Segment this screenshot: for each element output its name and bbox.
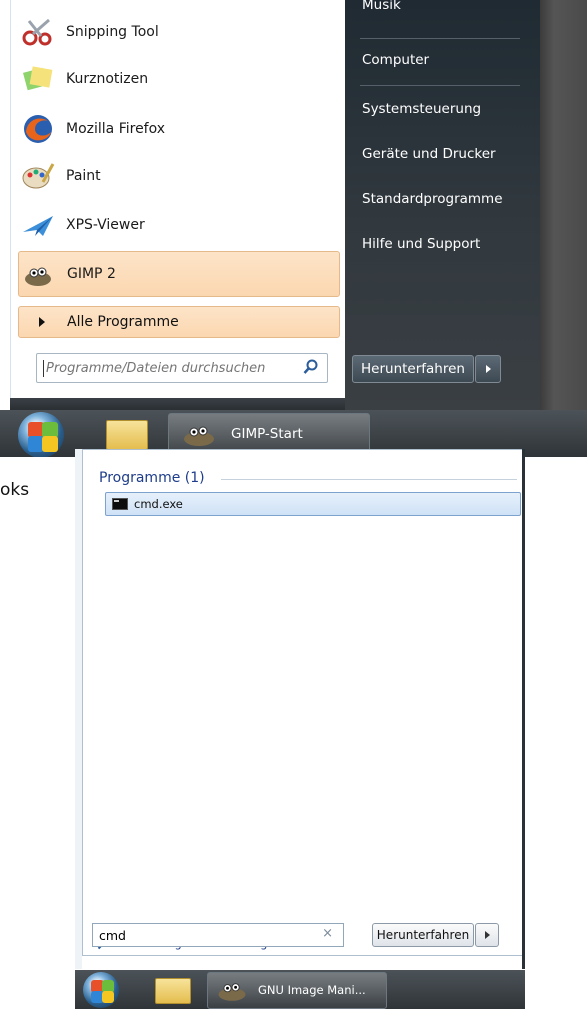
link-standardprogramme[interactable]: Standardprogramme [362,191,503,207]
program-label: XPS-Viewer [66,217,145,233]
divider [360,38,520,39]
explorer-folder-icon[interactable] [106,420,148,450]
start-search-box[interactable] [36,353,328,383]
result-label: cmd.exe [134,497,183,511]
snipping-tool-icon [18,14,58,50]
arrow-right-icon [484,931,490,939]
start-menu-search: Programme (1) cmd.exe Weitere Ergebnisse… [75,449,525,1009]
shutdown-button[interactable]: Herunterfahren [352,355,474,383]
taskbar: GNU Image Mani... [75,970,525,1009]
all-programs-button[interactable]: Alle Programme [18,306,340,338]
section-title-programme: Programme (1) [99,470,205,486]
link-computer[interactable]: Computer [362,52,429,68]
search-box[interactable]: × [92,923,344,947]
link-systemsteuerung[interactable]: Systemsteuerung [362,101,481,117]
start-menu-frame [75,449,82,969]
desktop-background [540,0,587,410]
program-label: Kurznotizen [66,71,149,87]
link-hilfe-und-support[interactable]: Hilfe und Support [362,236,480,252]
explorer-folder-icon[interactable] [155,978,191,1004]
search-icon[interactable] [303,359,319,379]
firefox-icon [18,111,58,147]
gimp-icon [184,426,214,446]
shutdown-button[interactable]: Herunterfahren [372,923,474,947]
program-label: Mozilla Firefox [66,121,166,137]
start-orb-icon[interactable] [18,412,64,457]
program-mozilla-firefox[interactable]: Mozilla Firefox [18,107,338,151]
search-input[interactable] [97,926,321,944]
program-snipping-tool[interactable]: Snipping Tool [18,10,338,54]
divider [360,85,520,86]
program-label: GIMP 2 [67,266,116,282]
triangle-right-icon [39,317,45,327]
start-menu-frame [522,449,525,969]
program-gimp-2[interactable]: GIMP 2 [18,251,340,297]
search-results-pane: Programme (1) cmd.exe Weitere Ergebnisse… [82,449,524,956]
gimp-icon [218,983,246,1001]
arrow-right-icon [485,365,491,373]
program-paint[interactable]: Paint [18,154,338,198]
shutdown-options-button[interactable] [475,355,501,383]
program-kurznotizen[interactable]: Kurznotizen [18,57,338,101]
link-geraete-und-drucker[interactable]: Geräte und Drucker [362,146,496,162]
start-search-input[interactable] [43,359,298,377]
taskbar-window-label: GIMP-Start [231,426,303,442]
link-musik[interactable]: Musik [362,0,401,13]
background-text-fragment: oks [0,480,30,500]
shutdown-options-button[interactable] [475,923,499,947]
program-xps-viewer[interactable]: XPS-Viewer [18,203,338,247]
start-menu-frame [10,398,345,410]
program-label: Paint [66,168,101,184]
program-label: Snipping Tool [66,24,159,40]
command-prompt-icon [112,498,128,510]
clear-search-icon[interactable]: × [322,926,333,941]
start-orb-icon[interactable] [83,972,119,1008]
paint-palette-icon [18,158,58,194]
gimp-icon [19,256,59,292]
all-programs-label: Alle Programme [67,314,179,330]
desktop-background [0,0,10,410]
taskbar-window-gimp[interactable]: GNU Image Mani... [207,972,387,1009]
taskbar-window-label: GNU Image Mani... [258,983,366,997]
sticky-notes-icon [18,61,58,97]
start-menu-top: Snipping Tool Kurznotizen Mozilla Firefo… [0,0,587,457]
xps-viewer-icon [18,207,58,243]
divider [221,479,517,480]
result-cmd-exe[interactable]: cmd.exe [105,492,521,516]
